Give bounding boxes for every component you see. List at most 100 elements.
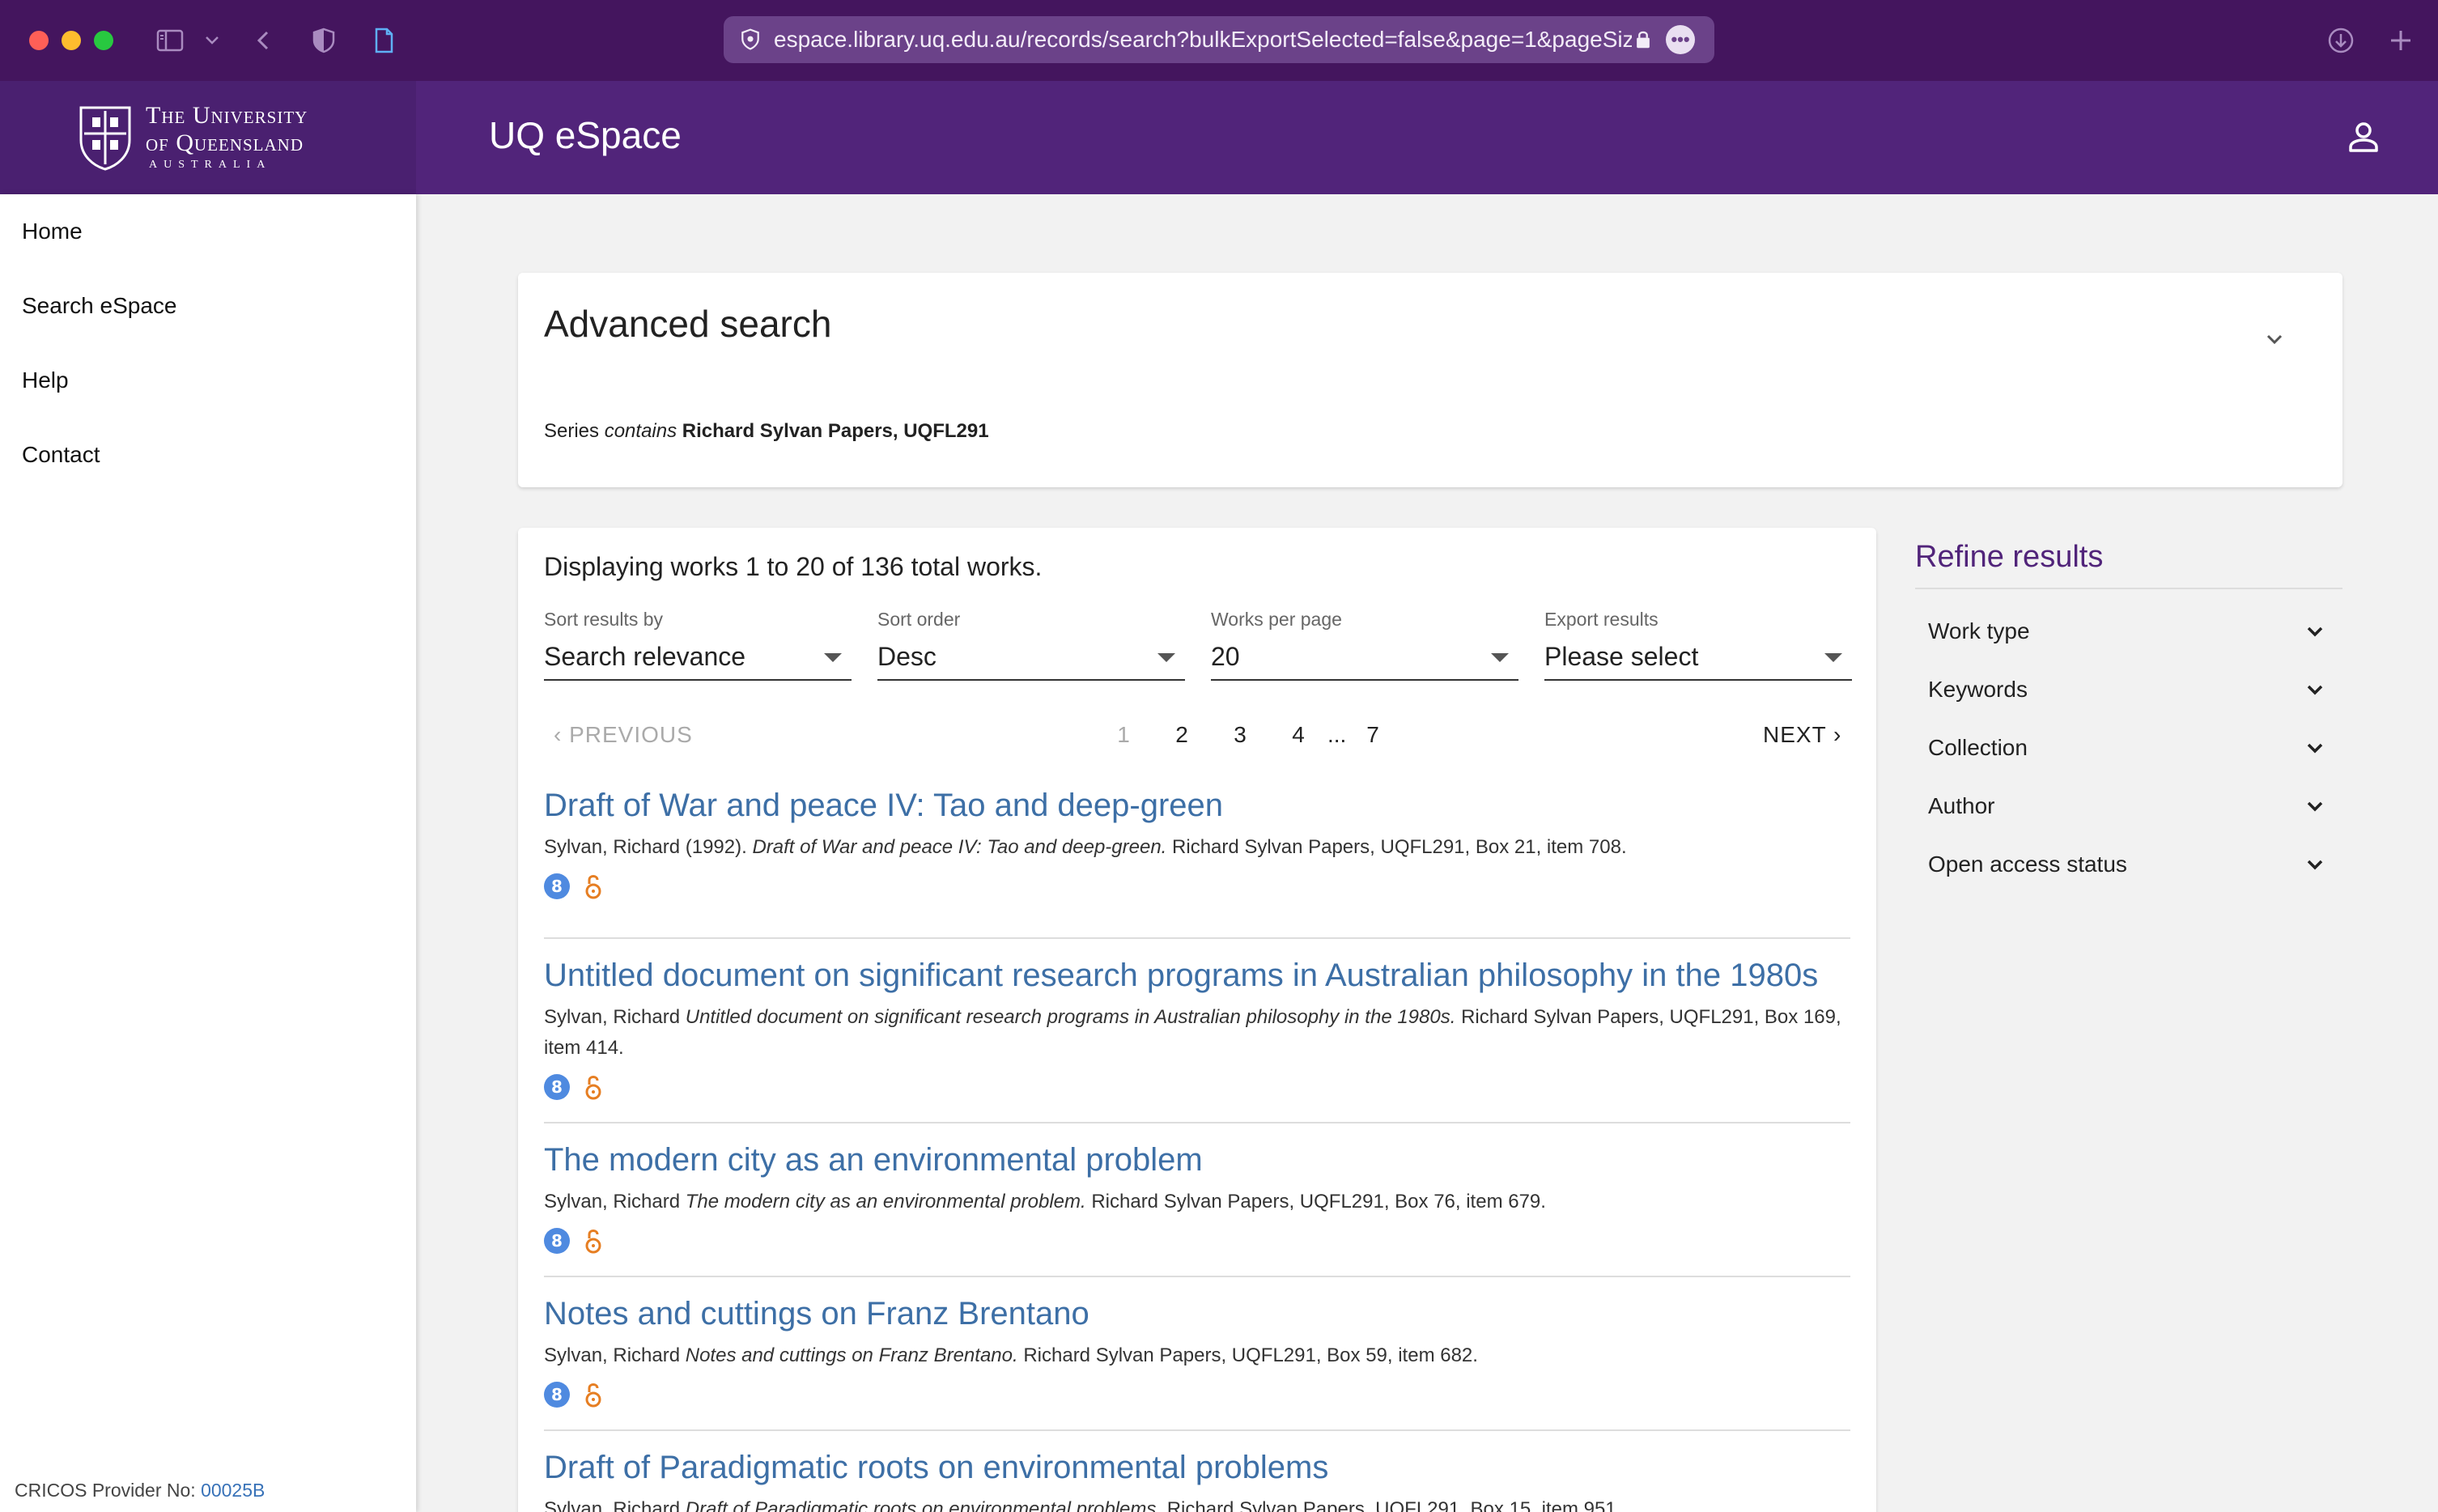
citation-title: Draft of War and peace IV: Tao and deep-… [752, 836, 1167, 858]
facet-open-access-status[interactable]: Open access status [1915, 835, 2342, 894]
uq-crest-icon [79, 106, 131, 171]
citation-source: Richard Sylvan Papers, UQFL291, Box 15, … [1166, 1498, 1622, 1512]
app-title[interactable]: UQ eSpace [489, 113, 682, 157]
sidebar-item-contact[interactable]: Contact [0, 418, 416, 492]
site-shield-icon [737, 26, 764, 53]
dropdown-arrow-icon[interactable] [1157, 653, 1175, 662]
sidebar-item-search[interactable]: Search eSpace [0, 269, 416, 343]
page-button-last[interactable]: 7 [1344, 722, 1402, 748]
advanced-search-title: Advanced search [544, 303, 832, 345]
works-per-page-select[interactable]: Works per page 20 [1211, 609, 1518, 681]
google-scholar-icon[interactable]: 8 [544, 1382, 570, 1408]
citation-title: Draft of Paradigmatic roots on environme… [685, 1498, 1162, 1512]
uq-logo[interactable]: The University of Queensland AUSTRALIA [0, 81, 416, 194]
pagination: ‹ PREVIOUS 1 2 3 4 ... 7 NEXT › [544, 722, 1850, 758]
sort-by-value[interactable]: Search relevance [544, 639, 852, 674]
citation-title: Untitled document on significant researc… [685, 1006, 1456, 1028]
dropdown-arrow-icon[interactable] [1824, 653, 1842, 662]
list-item: Draft of Paradigmatic roots on environme… [544, 1431, 1850, 1512]
cricos-code-link[interactable]: 00025B [201, 1480, 265, 1501]
address-bar[interactable]: espace.library.uq.edu.au/records/search?… [724, 16, 1714, 63]
more-icon[interactable]: ••• [1666, 25, 1695, 54]
page-button-4[interactable]: 4 [1269, 722, 1327, 748]
logo-line-2: of Queensland [146, 130, 304, 156]
google-scholar-icon[interactable]: 8 [544, 1228, 570, 1254]
sidebar: Home Search eSpace Help Contact CRICOS P… [0, 194, 416, 1512]
page-ellipsis: ... [1327, 722, 1347, 747]
plus-icon[interactable] [2383, 23, 2419, 58]
export-results-select[interactable]: Export results Please select [1544, 609, 1852, 681]
chevron-down-icon[interactable] [2302, 618, 2328, 644]
privacy-shield-icon[interactable] [306, 23, 342, 58]
open-access-icon [585, 1383, 601, 1408]
citation-title: Notes and cuttings on Franz Brentano. [685, 1344, 1018, 1366]
account-icon[interactable] [2344, 118, 2383, 157]
facet-keywords[interactable]: Keywords [1915, 660, 2342, 719]
url-text[interactable]: espace.library.uq.edu.au/records/search?… [774, 27, 1632, 53]
sort-order-label: Sort order [877, 609, 961, 630]
minimize-window-button[interactable] [62, 31, 81, 50]
chevron-down-icon[interactable] [2302, 852, 2328, 877]
page-icon[interactable] [366, 23, 401, 58]
browser-toolbar: espace.library.uq.edu.au/records/search?… [0, 0, 2438, 81]
sort-order-value[interactable]: Desc [877, 639, 1185, 674]
result-citation: Sylvan, Richard Notes and cuttings on Fr… [544, 1340, 1850, 1371]
sort-by-select[interactable]: Sort results by Search relevance [544, 609, 852, 681]
citation-source: Richard Sylvan Papers, UQFL291, Box 76, … [1091, 1191, 1546, 1213]
sidebar-item-home[interactable]: Home [0, 194, 416, 269]
facet-collection[interactable]: Collection [1915, 719, 2342, 777]
list-item: Draft of War and peace IV: Tao and deep-… [544, 785, 1850, 939]
works-per-page-value[interactable]: 20 [1211, 639, 1518, 674]
chevron-down-icon[interactable] [2302, 793, 2328, 819]
result-citation: Sylvan, Richard (1992). Draft of War and… [544, 832, 1850, 863]
facet-author[interactable]: Author [1915, 777, 2342, 835]
logo-line-1: The University [146, 102, 308, 129]
list-item: The modern city as an environmental prob… [544, 1123, 1850, 1277]
citation-author[interactable]: Sylvan, Richard [544, 1344, 680, 1366]
sidebar-item-help[interactable]: Help [0, 343, 416, 418]
chevron-down-icon[interactable] [2302, 677, 2328, 703]
dropdown-arrow-icon[interactable] [824, 653, 842, 662]
next-page-button[interactable]: NEXT › [1763, 722, 1841, 748]
close-window-button[interactable] [29, 31, 49, 50]
result-title-link[interactable]: Draft of War and peace IV: Tao and deep-… [544, 785, 1850, 826]
refine-results-title: Refine results [1915, 528, 2342, 589]
works-per-page-label: Works per page [1211, 609, 1342, 630]
dropdown-arrow-icon[interactable] [1491, 653, 1509, 662]
lock-icon [1632, 26, 1654, 53]
chevron-down-icon[interactable] [2302, 735, 2328, 761]
facet-work-type[interactable]: Work type [1915, 602, 2342, 660]
query-operator: contains [604, 420, 677, 442]
sidebar-toggle-icon[interactable] [152, 23, 188, 58]
page-button-1[interactable]: 1 [1094, 722, 1153, 748]
zoom-window-button[interactable] [94, 31, 113, 50]
result-title-link[interactable]: Draft of Paradigmatic roots on environme… [544, 1447, 1850, 1488]
download-icon[interactable] [2323, 23, 2359, 58]
google-scholar-icon[interactable]: 8 [544, 873, 570, 899]
citation-author[interactable]: Sylvan, Richard [544, 1191, 680, 1213]
google-scholar-icon[interactable]: 8 [544, 1074, 570, 1100]
citation-author[interactable]: Sylvan, Richard [544, 1006, 680, 1028]
previous-page-button[interactable]: ‹ PREVIOUS [554, 722, 693, 748]
sort-order-select[interactable]: Sort order Desc [877, 609, 1185, 681]
citation-source: Richard Sylvan Papers, UQFL291, Box 21, … [1172, 836, 1627, 858]
page-button-2[interactable]: 2 [1153, 722, 1211, 748]
result-citation: Sylvan, Richard Untitled document on sig… [544, 1002, 1850, 1064]
chevron-down-icon[interactable] [2258, 323, 2291, 355]
result-title-link[interactable]: Notes and cuttings on Franz Brentano [544, 1293, 1850, 1334]
open-access-icon [585, 1076, 601, 1100]
facet-label: Collection [1928, 735, 2028, 760]
chevron-down-icon[interactable] [198, 23, 227, 58]
page-button-3[interactable]: 3 [1211, 722, 1269, 748]
facet-label: Keywords [1928, 677, 2028, 702]
citation-author[interactable]: Sylvan, Richard (1992). [544, 836, 747, 858]
back-icon[interactable] [246, 23, 282, 58]
result-title-link[interactable]: The modern city as an environmental prob… [544, 1140, 1850, 1180]
citation-title: The modern city as an environmental prob… [685, 1191, 1086, 1213]
cricos-label: CRICOS Provider No: [15, 1480, 196, 1501]
export-results-value[interactable]: Please select [1544, 639, 1852, 674]
citation-author[interactable]: Sylvan, Richard [544, 1498, 680, 1512]
result-title-link[interactable]: Untitled document on significant researc… [544, 955, 1850, 996]
export-results-label: Export results [1544, 609, 1659, 630]
result-citation: Sylvan, Richard Draft of Paradigmatic ro… [544, 1494, 1850, 1512]
